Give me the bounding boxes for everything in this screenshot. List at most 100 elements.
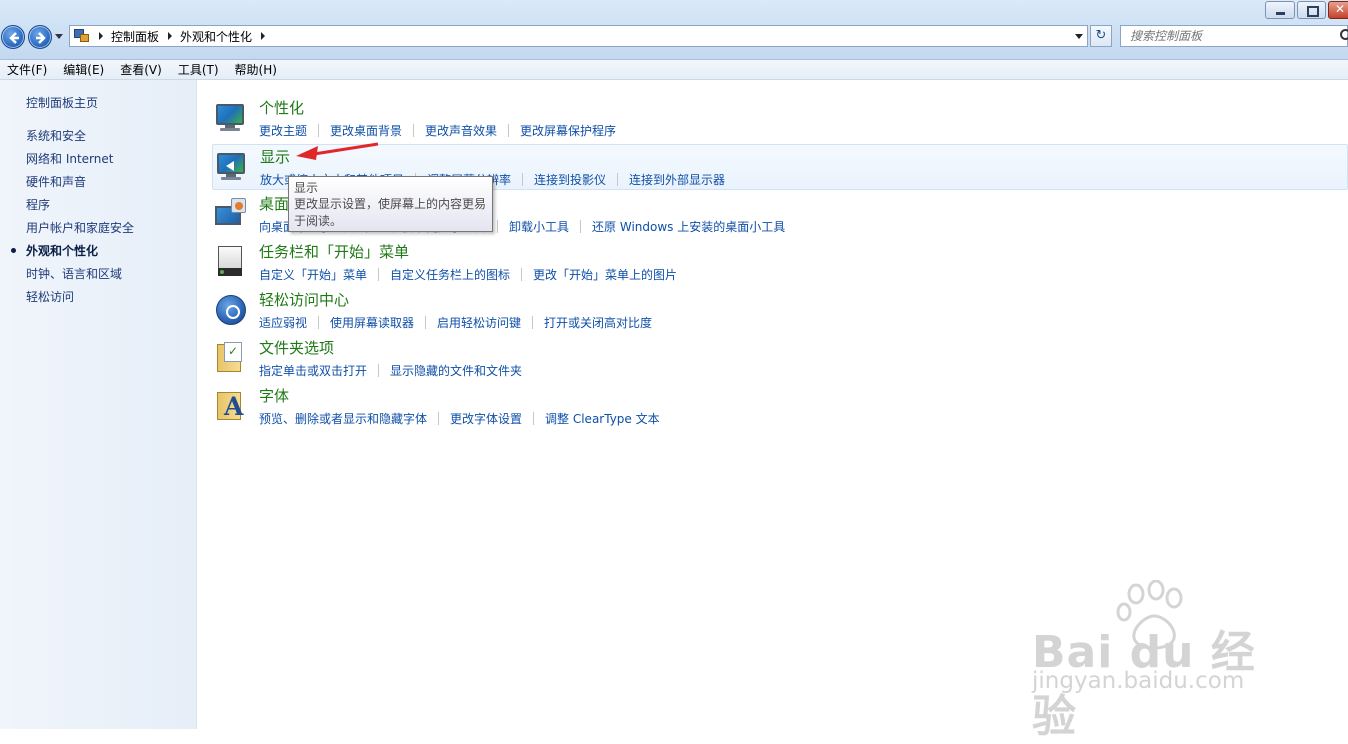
search-box[interactable] [1120,25,1348,47]
category-title[interactable]: 轻松访问中心 [259,289,349,310]
breadcrumb-arrow-icon[interactable] [168,32,173,40]
task-link[interactable]: 调整 ClearType 文本 [545,410,660,427]
category-title[interactable]: 字体 [259,385,289,406]
address-dropdown-icon[interactable] [1075,34,1083,39]
link-separator [617,173,619,186]
sidebar-item-system-security[interactable]: 系统和安全 [26,127,86,144]
category-taskbar-start-menu: 任务栏和「开始」菜单 自定义「开始」菜单 自定义任务栏上的图标 更改「开始」菜单… [212,240,1348,286]
task-link[interactable]: 更改屏幕保护程序 [520,122,616,139]
arrow-left-icon [9,32,19,44]
personalization-icon[interactable] [215,102,247,134]
menu-help[interactable]: 帮助(H) [227,61,285,78]
link-separator [522,173,524,186]
sidebar-item-appearance[interactable]: 外观和个性化 [26,242,98,259]
close-button[interactable] [1328,1,1348,19]
maximize-button[interactable] [1297,1,1326,19]
task-link[interactable]: 还原 Windows 上安装的桌面小工具 [592,218,785,235]
category-personalization: 个性化 更改主题 更改桌面背景 更改声音效果 更改屏幕保护程序 [212,96,1348,142]
category-links: 更改主题 更改桌面背景 更改声音效果 更改屏幕保护程序 [259,122,616,139]
task-link[interactable]: 预览、删除或者显示和隐藏字体 [259,410,427,427]
category-title[interactable]: 个性化 [259,97,304,118]
sidebar: 控制面板主页 系统和安全 网络和 Internet 硬件和声音 程序 用户帐户和… [0,80,197,729]
task-link[interactable]: 显示隐藏的文件和文件夹 [390,362,522,379]
link-separator [318,124,320,137]
sidebar-item-ease-of-access[interactable]: 轻松访问 [26,288,74,305]
task-link[interactable]: 自定义「开始」菜单 [259,266,367,283]
baidu-watermark: Bai du 经验 jingyan.baidu.com [1032,580,1282,742]
sidebar-home-link[interactable]: 控制面板主页 [26,94,98,111]
task-link[interactable]: 更改桌面背景 [330,122,402,139]
arrow-right-icon [36,32,46,44]
task-link[interactable]: 使用屏幕读取器 [330,314,414,331]
taskbar-icon[interactable] [215,246,247,278]
category-title[interactable]: 文件夹选项 [259,337,334,358]
category-ease-of-access: 轻松访问中心 适应弱视 使用屏幕读取器 启用轻松访问键 打开或关闭高对比度 [212,288,1348,334]
menu-edit[interactable]: 编辑(E) [55,61,112,78]
display-tooltip: 显示 更改显示设置，使屏幕上的内容更易 于阅读。 [288,176,493,232]
forward-button[interactable] [28,25,52,49]
fonts-icon[interactable]: A [215,390,247,422]
sidebar-item-user-accounts[interactable]: 用户帐户和家庭安全 [26,219,134,236]
menu-tools[interactable]: 工具(T) [170,61,227,78]
category-title[interactable]: 显示 [260,146,290,167]
category-title[interactable]: 任务栏和「开始」菜单 [259,241,409,262]
menu-view[interactable]: 查看(V) [112,61,170,78]
task-link[interactable]: 更改主题 [259,122,307,139]
category-links: 指定单击或双击打开 显示隐藏的文件和文件夹 [259,362,522,379]
annotation-arrow-icon [296,142,379,160]
task-link[interactable]: 打开或关闭高对比度 [544,314,652,331]
category-folder-options: 文件夹选项 指定单击或双击打开 显示隐藏的文件和文件夹 [212,336,1348,382]
link-separator [318,316,320,329]
display-icon[interactable] [216,151,248,183]
tooltip-body-line2: 于阅读。 [294,214,343,228]
breadcrumb-control-panel[interactable]: 控制面板 [111,28,159,45]
tooltip-title: 显示 [294,181,319,195]
active-item-bullet-icon [11,248,16,253]
breadcrumb-arrow-icon[interactable] [261,32,266,40]
recent-pages-dropdown[interactable] [55,34,63,39]
sidebar-item-clock-language[interactable]: 时钟、语言和区域 [26,265,122,282]
task-link[interactable]: 自定义任务栏上的图标 [390,266,510,283]
task-link[interactable]: 更改字体设置 [450,410,522,427]
task-link[interactable]: 卸载小工具 [509,218,569,235]
link-separator [508,124,510,137]
task-link[interactable]: 适应弱视 [259,314,307,331]
address-bar[interactable]: 控制面板 外观和个性化 [69,25,1088,47]
search-input[interactable] [1121,26,1347,46]
task-link[interactable]: 更改「开始」菜单上的图片 [533,266,677,283]
task-link[interactable]: 连接到投影仪 [534,171,606,188]
category-fonts: A 字体 预览、删除或者显示和隐藏字体 更改字体设置 调整 ClearType … [212,384,1348,430]
menu-file[interactable]: 文件(F) [0,61,55,78]
refresh-button[interactable]: ↻ [1090,25,1112,47]
search-icon[interactable] [1340,29,1348,40]
control-panel-icon [74,28,90,44]
link-separator [521,268,523,281]
task-link[interactable]: 连接到外部显示器 [629,171,725,188]
task-link[interactable]: 更改声音效果 [425,122,497,139]
link-separator [413,124,415,137]
category-links: 适应弱视 使用屏幕读取器 启用轻松访问键 打开或关闭高对比度 [259,314,652,331]
task-link[interactable]: 指定单击或双击打开 [259,362,367,379]
sidebar-item-hardware-sound[interactable]: 硬件和声音 [26,173,86,190]
back-button[interactable] [1,25,25,49]
folder-options-icon[interactable] [215,342,247,374]
minimize-button[interactable] [1265,1,1295,19]
category-links: 预览、删除或者显示和隐藏字体 更改字体设置 调整 ClearType 文本 [259,410,660,427]
link-separator [497,220,499,233]
task-link[interactable]: 启用轻松访问键 [437,314,521,331]
watermark-url: jingyan.baidu.com [1032,668,1245,694]
tooltip-body-line1: 更改显示设置，使屏幕上的内容更易 [294,197,487,211]
desktop-gadgets-icon[interactable] [215,198,247,230]
refresh-icon: ↻ [1095,28,1107,43]
sidebar-item-programs[interactable]: 程序 [26,196,50,213]
menu-bar: 文件(F) 编辑(E) 查看(V) 工具(T) 帮助(H) [0,60,1348,80]
link-separator [533,412,535,425]
ease-of-access-icon[interactable] [215,294,247,326]
category-links: 自定义「开始」菜单 自定义任务栏上的图标 更改「开始」菜单上的图片 [259,266,677,283]
breadcrumb-appearance[interactable]: 外观和个性化 [180,28,252,45]
link-separator [378,364,380,377]
sidebar-item-network[interactable]: 网络和 Internet [26,150,113,167]
link-separator [580,220,582,233]
breadcrumb-arrow-icon[interactable] [99,32,103,40]
link-separator [425,316,427,329]
